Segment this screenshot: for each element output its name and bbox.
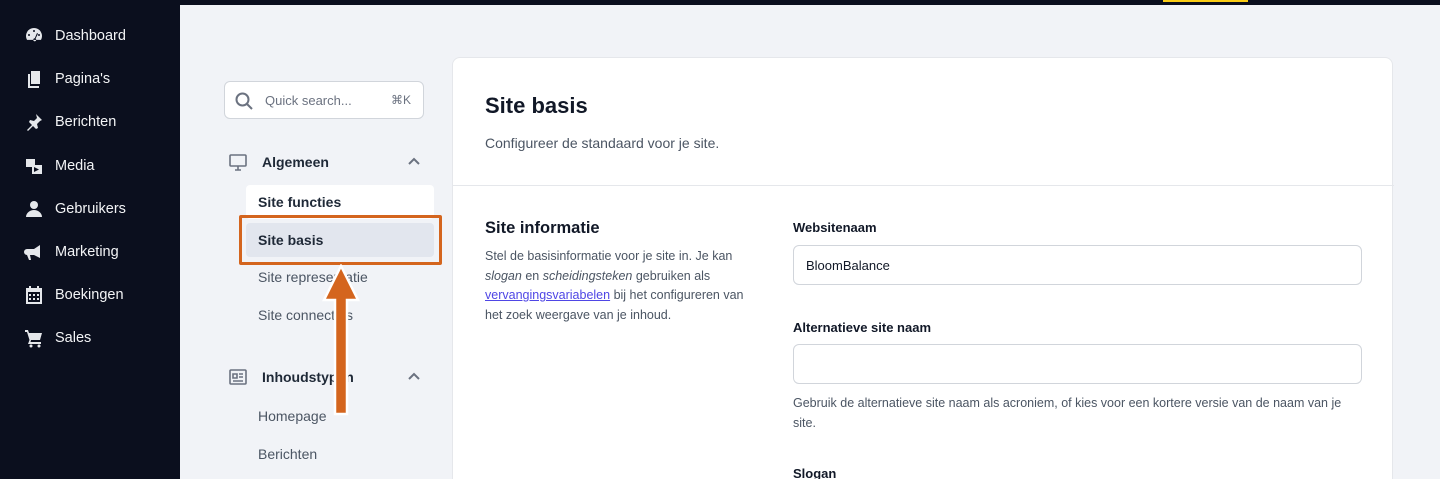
settings-item-site-connections[interactable]: Site connecties (246, 298, 434, 332)
calendar-icon (23, 284, 45, 306)
pin-icon (23, 111, 45, 133)
top-bar-badge (1163, 0, 1248, 2)
sidebar-item-label: Berichten (55, 114, 117, 130)
alt-site-name-input[interactable] (793, 344, 1362, 384)
sidebar-item-label: Pagina's (55, 71, 111, 87)
sidebar-item-bookings[interactable]: Boekingen (0, 277, 180, 313)
group-label: Inhoudstypen (262, 369, 354, 385)
sidebar-item-label: Sales (55, 330, 92, 346)
page-title: Site basis (485, 93, 588, 118)
megaphone-icon (23, 241, 45, 263)
search-icon (234, 91, 254, 111)
settings-item-site-representation[interactable]: Site representatie (246, 260, 434, 294)
quick-search[interactable]: Quick search... ⌘K (224, 81, 424, 119)
sidebar-item-pages[interactable]: Pagina's (0, 61, 180, 97)
sidebar-item-label: Dashboard (55, 28, 126, 44)
monitor-icon (228, 152, 248, 172)
sidebar-item-label: Marketing (55, 244, 119, 260)
search-placeholder: Quick search... (265, 93, 352, 108)
settings-item-site-basics[interactable]: Site basis (246, 223, 434, 257)
settings-item-posts[interactable]: Berichten (246, 437, 434, 471)
group-label: Algemeen (262, 154, 329, 170)
sidebar-item-sales[interactable]: Sales (0, 320, 180, 356)
chevron-up-icon[interactable] (406, 369, 422, 385)
divider (453, 185, 1394, 186)
alt-site-name-help: Gebruik de alternatieve site naam als ac… (793, 396, 1342, 430)
website-name-label: Websitenaam (793, 220, 877, 235)
website-name-input[interactable] (793, 245, 1362, 285)
pages-icon (23, 68, 45, 90)
sidebar-item-label: Boekingen (55, 287, 124, 303)
settings-card: Site basis Configureer de standaard voor… (452, 57, 1394, 479)
sidebar-item-dashboard[interactable]: Dashboard (0, 18, 180, 54)
sidebar-item-users[interactable]: Gebruikers (0, 191, 180, 227)
section-description: Stel de basisinformatie voor je site in.… (485, 249, 744, 322)
user-icon (23, 198, 45, 220)
media-icon (23, 155, 45, 177)
dashboard-icon (23, 25, 45, 47)
settings-group-content-types[interactable]: Inhoudstypen (224, 363, 424, 391)
settings-item-homepage[interactable]: Homepage (246, 399, 434, 433)
replacement-variables-link[interactable]: vervangingsvariabelen (485, 288, 610, 302)
sidebar-item-posts[interactable]: Berichten (0, 104, 180, 140)
top-bar (0, 0, 1440, 5)
admin-sidebar: Dashboard Pagina's Berichten Media Gebru… (0, 0, 180, 479)
sidebar-item-media[interactable]: Media (0, 148, 180, 184)
page-subtitle: Configureer de standaard voor je site. (485, 135, 720, 151)
sidebar-item-label: Gebruikers (55, 201, 126, 217)
slogan-label: Slogan (793, 466, 837, 479)
search-shortcut: ⌘K (390, 93, 411, 107)
newspaper-icon (228, 367, 248, 387)
alt-site-name-label: Alternatieve site naam (793, 320, 932, 335)
sidebar-item-label: Media (55, 158, 95, 174)
sidebar-item-marketing[interactable]: Marketing (0, 234, 180, 270)
chevron-up-icon[interactable] (406, 154, 422, 170)
settings-item-site-functions[interactable]: Site functies (246, 185, 434, 219)
settings-group-general[interactable]: Algemeen (224, 148, 424, 176)
section-title: Site informatie (485, 219, 600, 237)
cart-icon (23, 327, 45, 349)
